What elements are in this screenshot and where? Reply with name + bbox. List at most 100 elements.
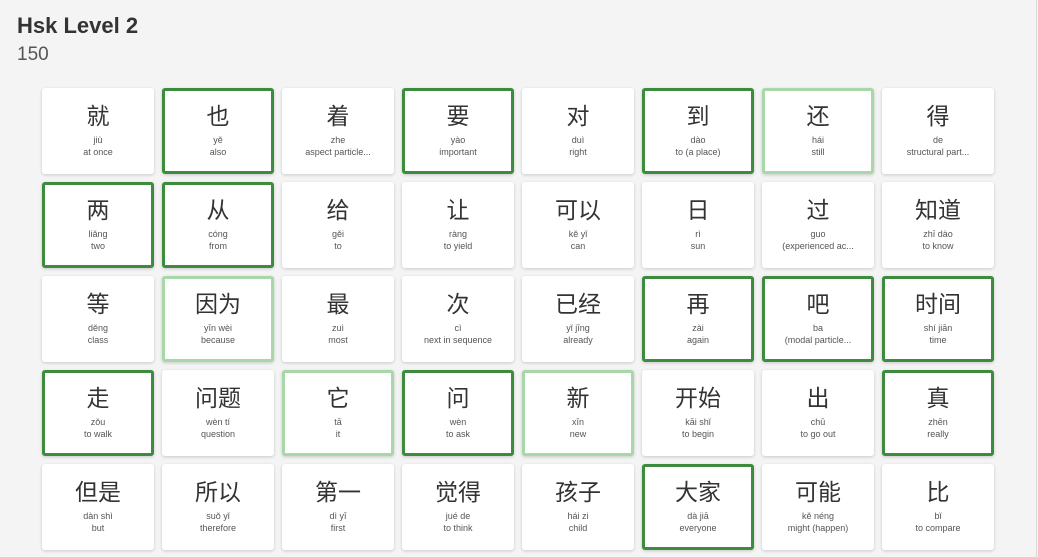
word-card[interactable]: 给 gěi to [282,182,394,268]
word-card[interactable]: 就 jiù at once [42,88,154,174]
word-card[interactable]: 最 zuì most [282,276,394,362]
word-card[interactable]: 它 tā it [282,370,394,456]
word-card[interactable]: 从 cóng from [162,182,274,268]
card-pinyin: tā [334,417,342,427]
word-card[interactable]: 可以 kě yǐ can [522,182,634,268]
card-pinyin: bǐ [934,511,942,521]
word-card[interactable]: 真 zhēn really [882,370,994,456]
card-hanzi: 让 [446,198,470,224]
card-meaning: also [209,147,227,157]
card-meaning: to compare [915,523,961,533]
card-pinyin: gěi [331,229,344,239]
word-card[interactable]: 对 duì right [522,88,634,174]
card-pinyin: zǒu [90,417,106,427]
card-hanzi: 也 [206,104,230,130]
card-pinyin: yǐ jīng [566,323,590,333]
card-meaning: important [439,147,477,157]
word-card[interactable]: 着 zhe aspect particle... [282,88,394,174]
word-card[interactable]: 时间 shí jiān time [882,276,994,362]
card-hanzi: 孩子 [555,480,601,506]
word-card[interactable]: 新 xīn new [522,370,634,456]
card-hanzi: 得 [926,104,950,130]
word-card[interactable]: 已经 yǐ jīng already [522,276,634,362]
card-meaning: really [927,429,949,439]
card-pinyin: zhī dào [923,229,953,239]
card-pinyin: jué de [445,511,471,521]
word-card[interactable]: 两 liǎng two [42,182,154,268]
card-hanzi: 真 [926,386,950,412]
card-pinyin: jiù [93,135,103,145]
card-pinyin: ba [812,323,823,333]
card-meaning: to walk [83,429,112,439]
card-hanzi: 从 [206,198,230,224]
word-card[interactable]: 到 dào to (a place) [642,88,754,174]
card-pinyin: dì yī [329,511,347,521]
word-card[interactable]: 觉得 jué de to think [402,464,514,550]
card-meaning: at once [83,147,113,157]
card-pinyin: zhēn [928,417,948,427]
word-count: 150 [17,44,49,65]
card-hanzi: 知道 [915,198,961,224]
word-card[interactable]: 第一 dì yī first [282,464,394,550]
card-pinyin: dào [690,135,706,145]
word-card[interactable]: 开始 kāi shǐ to begin [642,370,754,456]
card-meaning: to (a place) [675,147,721,157]
card-meaning: to begin [681,429,715,439]
card-hanzi: 给 [326,198,350,224]
card-meaning: question [200,429,236,439]
card-pinyin: zhe [330,135,346,145]
card-hanzi: 问 [446,386,470,412]
word-card[interactable]: 还 hái still [762,88,874,174]
card-hanzi: 等 [86,292,110,318]
card-hanzi: 次 [446,292,470,318]
word-card[interactable]: 问题 wèn tí question [162,370,274,456]
card-pinyin: wèn [449,417,467,427]
card-hanzi: 可以 [555,198,601,224]
card-hanzi: 到 [686,104,710,130]
card-hanzi: 已经 [555,292,601,318]
card-pinyin: chū [810,417,826,427]
card-hanzi: 比 [926,480,950,506]
word-card[interactable]: 大家 dà jiā everyone [642,464,754,550]
card-meaning: again [686,335,710,345]
card-hanzi: 它 [326,386,350,412]
word-card[interactable]: 得 de structural part... [882,88,994,174]
card-hanzi: 时间 [915,292,961,318]
word-card[interactable]: 日 rì sun [642,182,754,268]
word-card[interactable]: 让 ràng to yield [402,182,514,268]
card-meaning: new [569,429,587,439]
card-hanzi: 新 [566,386,590,412]
word-card[interactable]: 等 děng class [42,276,154,362]
word-card[interactable]: 再 zài again [642,276,754,362]
word-card[interactable]: 问 wèn to ask [402,370,514,456]
card-hanzi: 问题 [195,386,241,412]
word-card[interactable]: 次 cì next in sequence [402,276,514,362]
card-hanzi: 第一 [315,480,361,506]
card-pinyin: liǎng [88,229,108,239]
card-meaning: therefore [199,523,237,533]
word-card[interactable]: 知道 zhī dào to know [882,182,994,268]
card-hanzi: 着 [326,104,350,130]
card-pinyin: děng [87,323,109,333]
card-meaning: everyone [679,523,717,533]
word-card[interactable]: 但是 dàn shì but [42,464,154,550]
card-meaning: next in sequence [423,335,493,345]
card-hanzi: 两 [86,198,110,224]
word-card[interactable]: 吧 ba (modal particle... [762,276,874,362]
card-meaning: to know [922,241,954,251]
word-card[interactable]: 因为 yīn wèi because [162,276,274,362]
card-pinyin: zuì [331,323,344,333]
card-hanzi: 再 [686,292,710,318]
word-card[interactable]: 也 yě also [162,88,274,174]
card-pinyin: xīn [571,417,584,427]
word-card[interactable]: 出 chū to go out [762,370,874,456]
card-hanzi: 日 [686,198,710,224]
word-card[interactable]: 所以 suǒ yǐ therefore [162,464,274,550]
word-card[interactable]: 比 bǐ to compare [882,464,994,550]
word-card[interactable]: 孩子 hái zi child [522,464,634,550]
card-meaning: sun [690,241,706,251]
word-card[interactable]: 过 guo (experienced ac... [762,182,874,268]
word-card[interactable]: 走 zǒu to walk [42,370,154,456]
word-card[interactable]: 可能 kě néng might (happen) [762,464,874,550]
word-card[interactable]: 要 yào important [402,88,514,174]
